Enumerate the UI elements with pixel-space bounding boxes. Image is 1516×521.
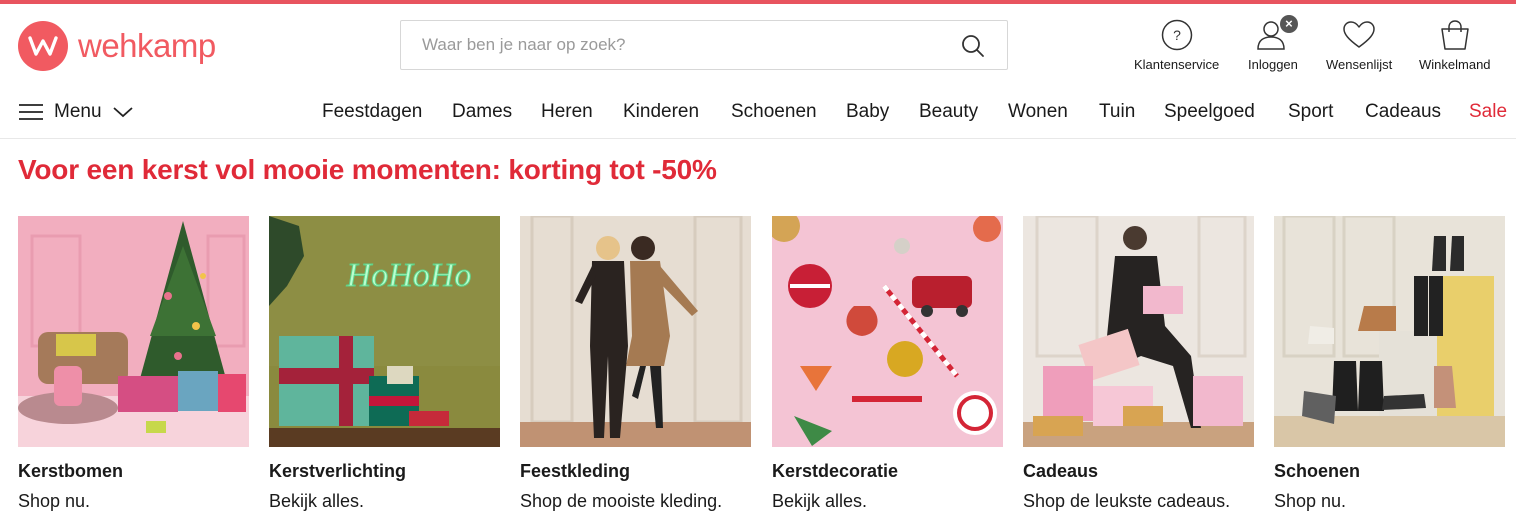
category-tile-kerstbomen[interactable]: Kerstbomen Shop nu.: [18, 216, 249, 511]
svg-text:?: ?: [1173, 27, 1181, 43]
nav-item-heren[interactable]: Heren: [541, 101, 593, 123]
nav-item-sale[interactable]: Sale: [1469, 101, 1507, 123]
category-tile-kerstverlichting[interactable]: HoHoHo Kerstverlichting Bekijk alles.: [269, 216, 500, 511]
tile-subtitle[interactable]: Shop de mooiste kleding.: [520, 491, 722, 512]
tile-subtitle[interactable]: Shop de leukste cadeaus.: [1023, 491, 1230, 512]
nav-item-dames[interactable]: Dames: [452, 101, 512, 123]
kerstverlichting-image: HoHoHo: [269, 216, 500, 447]
logo-wordmark: wehkamp: [78, 27, 216, 64]
nav-item-feestdagen[interactable]: Feestdagen: [322, 101, 422, 123]
kerstdecoratie-image: [772, 216, 1003, 447]
tile-title[interactable]: Cadeaus: [1023, 461, 1098, 482]
tile-subtitle[interactable]: Shop nu.: [18, 491, 90, 512]
cart-button[interactable]: Winkelmand: [1419, 17, 1491, 72]
chevron-down-icon: [112, 107, 133, 118]
tile-subtitle[interactable]: Shop nu.: [1274, 491, 1346, 512]
search-input[interactable]: [401, 21, 962, 69]
tile-title[interactable]: Kerstverlichting: [269, 461, 406, 482]
nav-item-tuin[interactable]: Tuin: [1099, 101, 1135, 123]
schoenen-image: [1274, 216, 1505, 447]
wehkamp-logo[interactable]: wehkamp: [18, 21, 216, 71]
hamburger-icon: [19, 104, 43, 120]
category-tile-kerstdecoratie[interactable]: Kerstdecoratie Bekijk alles.: [772, 216, 1003, 511]
login-badge: ×: [1279, 15, 1298, 33]
nav-item-cadeaus[interactable]: Cadeaus: [1365, 101, 1441, 123]
kerstbomen-image: [18, 216, 249, 447]
tile-title[interactable]: Feestkleding: [520, 461, 630, 482]
nav-item-wonen[interactable]: Wonen: [1008, 101, 1068, 123]
tile-subtitle[interactable]: Bekijk alles.: [269, 491, 364, 512]
tile-title[interactable]: Kerstdecoratie: [772, 461, 898, 482]
search-box[interactable]: [400, 20, 1008, 70]
category-tile-schoenen[interactable]: Schoenen Shop nu.: [1274, 216, 1505, 511]
promo-headline[interactable]: Voor een kerst vol mooie momenten: korti…: [18, 154, 717, 186]
login-label: Inloggen: [1248, 57, 1298, 72]
nav-item-schoenen[interactable]: Schoenen: [731, 101, 817, 123]
nav-divider: [0, 138, 1516, 139]
help-icon: ?: [1161, 17, 1193, 53]
nav-item-speelgoed[interactable]: Speelgoed: [1164, 101, 1255, 123]
tile-title[interactable]: Kerstbomen: [18, 461, 123, 482]
nav-item-sport[interactable]: Sport: [1288, 101, 1333, 123]
category-tile-feestkleding[interactable]: Feestkleding Shop de mooiste kleding.: [520, 216, 751, 511]
feestkleding-image: [520, 216, 751, 447]
user-icon: ×: [1256, 15, 1298, 53]
menu-button[interactable]: Menu: [18, 101, 134, 123]
category-tile-cadeaus[interactable]: Cadeaus Shop de leukste cadeaus.: [1023, 216, 1254, 511]
heart-icon: [1342, 17, 1376, 53]
tile-subtitle[interactable]: Bekijk alles.: [772, 491, 867, 512]
customer-service-button[interactable]: ? Klantenservice: [1134, 17, 1219, 72]
search-icon[interactable]: [961, 34, 985, 58]
nav-item-beauty[interactable]: Beauty: [919, 101, 978, 123]
neon-sign: HoHoHo: [346, 257, 472, 294]
wishlist-button[interactable]: Wensenlijst: [1326, 17, 1392, 72]
nav-item-baby[interactable]: Baby: [846, 101, 889, 123]
top-accent-bar: [0, 0, 1516, 4]
nav-item-kinderen[interactable]: Kinderen: [623, 101, 699, 123]
menu-label: Menu: [54, 101, 102, 122]
logo-mark-icon: [18, 21, 68, 71]
cart-label: Winkelmand: [1419, 57, 1491, 72]
login-button[interactable]: × Inloggen: [1248, 15, 1298, 72]
cadeaus-image: [1023, 216, 1254, 447]
bag-icon: [1438, 17, 1472, 53]
wishlist-label: Wensenlijst: [1326, 57, 1393, 72]
customer-service-label: Klantenservice: [1134, 57, 1220, 72]
tile-title[interactable]: Schoenen: [1274, 461, 1360, 482]
